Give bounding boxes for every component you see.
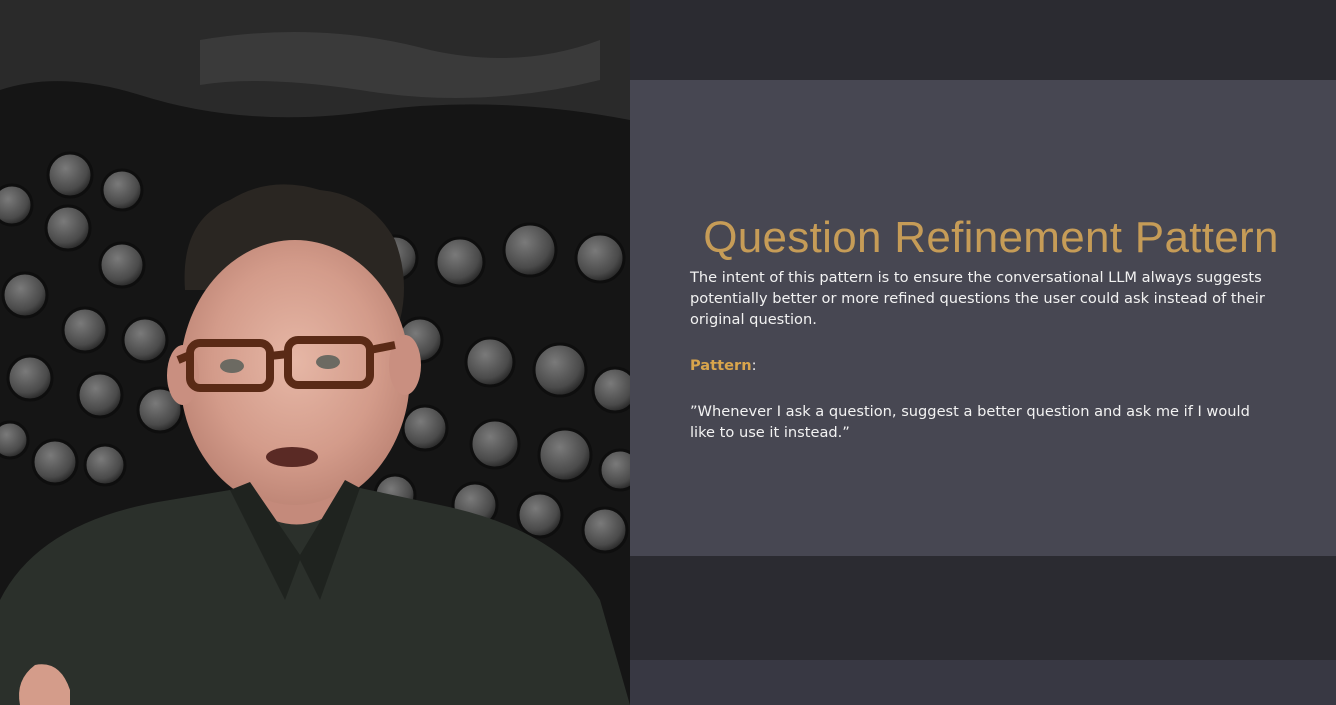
- pattern-heading: Pattern:: [690, 355, 1270, 376]
- slide-title: Question Refinement Pattern: [703, 213, 1279, 262]
- slide-top-band: [630, 0, 1336, 80]
- pattern-quote: ”Whenever I ask a question, suggest a be…: [690, 403, 1250, 441]
- intent-paragraph: The intent of this pattern is to ensure …: [690, 269, 1265, 328]
- presenter-video: [0, 0, 630, 705]
- slide-mid-band: [630, 556, 1336, 660]
- video-frame: Question Refinement Pattern The intent o…: [0, 0, 1336, 705]
- slide-bottom-band: [630, 660, 1336, 705]
- presenter-image: [0, 0, 630, 705]
- pattern-label: Pattern: [690, 357, 752, 374]
- slide-body: The intent of this pattern is to ensure …: [690, 267, 1270, 443]
- pattern-colon: :: [751, 357, 757, 374]
